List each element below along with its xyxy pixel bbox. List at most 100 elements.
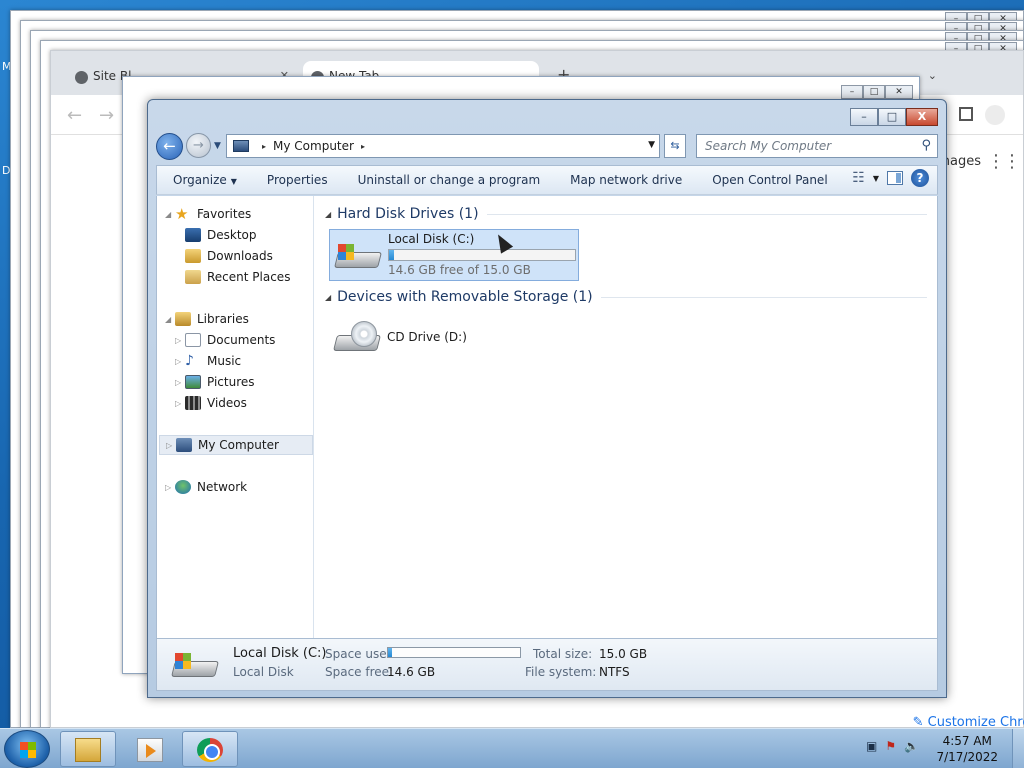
taskbar-media-player-button[interactable] (122, 731, 178, 767)
back-button[interactable]: ← (156, 133, 183, 160)
computer-icon (233, 140, 249, 152)
nav-item-recent-places[interactable]: Recent Places (185, 267, 290, 287)
pictures-icon (185, 375, 201, 389)
expand-icon[interactable]: ▷ (175, 378, 185, 387)
nav-item-videos[interactable]: ▷ Videos (175, 393, 247, 413)
network-status-icon[interactable]: ▣ (866, 739, 877, 753)
maximize-button[interactable]: □ (878, 108, 906, 126)
minimize-button[interactable]: – (841, 85, 863, 99)
recent-pages-dropdown[interactable]: ▼ (214, 141, 221, 151)
apps-grid-icon[interactable]: ⋮⋮ (987, 151, 1021, 172)
chevron-down-icon[interactable]: ⌄ (928, 69, 937, 82)
space-free-label: Space free: (325, 665, 394, 679)
volume-icon[interactable]: 🔈 (904, 739, 919, 753)
nav-label: Desktop (207, 228, 257, 242)
divider (600, 296, 927, 298)
forward-arrow-icon[interactable]: → (99, 105, 114, 126)
address-dropdown-icon[interactable]: ▼ (648, 140, 655, 150)
chevron-down-icon: ▼ (230, 177, 237, 186)
minimize-button[interactable]: – (850, 108, 878, 126)
media-player-icon (137, 738, 163, 762)
nav-label: Libraries (197, 312, 249, 326)
organize-button[interactable]: Organize ▼ (157, 173, 252, 187)
recent-places-icon (185, 270, 201, 284)
details-type: Local Disk (233, 665, 294, 679)
group-header-hard-disk-drives[interactable]: ◢ Hard Disk Drives (1) (325, 204, 927, 224)
nav-item-my-computer[interactable]: ▷ My Computer (159, 435, 313, 455)
collapse-icon[interactable]: ◢ (165, 210, 175, 219)
collapse-icon[interactable]: ◢ (165, 315, 175, 324)
nav-item-favorites[interactable]: ◢ ★ Favorites (165, 204, 251, 224)
file-system-value: NTFS (599, 665, 630, 679)
nav-label: Network (197, 480, 248, 494)
map-network-drive-button[interactable]: Map network drive (555, 173, 697, 187)
sidebar-icon[interactable] (959, 107, 973, 121)
refresh-button[interactable]: ⇆ (664, 134, 686, 158)
expand-icon[interactable]: ▷ (166, 441, 176, 450)
taskbar: ▣ ⚑ 🔈 4:57 AM 7/17/2022 (0, 728, 1024, 768)
drive-usage-bar (388, 249, 576, 261)
expand-icon[interactable]: ▷ (175, 357, 185, 366)
search-input[interactable]: Search My Computer ⚲ (696, 134, 938, 158)
properties-button[interactable]: Properties (252, 173, 343, 187)
back-arrow-icon[interactable]: ← (67, 105, 82, 126)
collapse-icon[interactable]: ◢ (325, 293, 331, 302)
view-controls: ☷ ▼ ? (852, 169, 929, 187)
drive-tile-cd-drive-d[interactable]: CD Drive (D:) (329, 313, 579, 365)
expand-icon[interactable]: ▷ (175, 336, 185, 345)
nav-item-desktop[interactable]: Desktop (185, 225, 257, 245)
forward-button[interactable]: → (186, 133, 211, 158)
collapse-icon[interactable]: ◢ (325, 210, 331, 219)
search-icon[interactable]: ⚲ (921, 138, 931, 153)
space-used-fill (388, 648, 392, 657)
group-title: Hard Disk Drives (1) (337, 206, 479, 222)
nav-item-libraries[interactable]: ◢ Libraries (165, 309, 249, 329)
close-button[interactable]: X (906, 108, 938, 126)
breadcrumb-my-computer[interactable]: My Computer (273, 139, 354, 153)
help-icon[interactable]: ? (911, 169, 929, 187)
clock[interactable]: 4:57 AM 7/17/2022 (936, 733, 998, 765)
maximize-button[interactable]: □ (863, 85, 885, 99)
nav-item-music[interactable]: ▷ ♪ Music (175, 351, 241, 371)
taskbar-chrome-button[interactable] (182, 731, 238, 767)
refresh-icon: ⇆ (670, 139, 680, 152)
expand-icon[interactable]: ▷ (175, 399, 185, 408)
profile-avatar[interactable] (985, 105, 1005, 125)
group-header-removable-storage[interactable]: ◢ Devices with Removable Storage (1) (325, 287, 927, 307)
explorer-window[interactable]: – □ X ← → ▼ ▸ My Computer ▸ ▼ ⇆ Search M… (147, 99, 947, 698)
nav-item-documents[interactable]: ▷ Documents (175, 330, 275, 350)
nav-item-downloads[interactable]: Downloads (185, 246, 273, 266)
expand-icon[interactable]: ▷ (165, 483, 175, 492)
open-control-panel-button[interactable]: Open Control Panel (697, 173, 842, 187)
drive-name: CD Drive (D:) (387, 330, 467, 344)
music-note-icon: ♪ (185, 353, 194, 369)
apps-link-fragment[interactable]: nages (942, 154, 981, 169)
hard-drive-icon (171, 647, 219, 683)
breadcrumb-separator[interactable]: ▸ (262, 142, 266, 151)
address-bar[interactable]: ▸ My Computer ▸ ▼ (226, 134, 660, 158)
taskbar-explorer-button[interactable] (60, 731, 116, 767)
nav-label: Music (207, 354, 242, 368)
documents-icon (185, 333, 201, 347)
breadcrumb-separator[interactable]: ▸ (361, 142, 365, 151)
hard-drive-icon (334, 238, 382, 274)
action-center-alert-icon[interactable]: ⚑ (885, 739, 896, 753)
drive-free-space: 14.6 GB free of 15.0 GB (388, 263, 531, 277)
group-title: Devices with Removable Storage (1) (337, 289, 593, 305)
nav-item-pictures[interactable]: ▷ Pictures (175, 372, 255, 392)
close-button[interactable]: ✕ (885, 85, 913, 99)
desktop-icon (185, 228, 201, 242)
view-dropdown-icon[interactable]: ▼ (873, 174, 879, 183)
preview-pane-icon[interactable] (887, 171, 903, 185)
navigation-pane: ◢ ★ Favorites Desktop Downloads Recent P… (157, 196, 314, 638)
nav-label: Favorites (197, 207, 252, 221)
change-view-icon[interactable]: ☷ (852, 170, 865, 186)
nav-item-network[interactable]: ▷ Network (165, 477, 247, 497)
details-name: Local Disk (C:) (233, 646, 327, 661)
nav-label: Videos (207, 396, 247, 410)
uninstall-program-button[interactable]: Uninstall or change a program (343, 173, 556, 187)
show-desktop-button[interactable] (1012, 729, 1024, 768)
back-arrow-icon: ← (163, 137, 176, 155)
start-button[interactable] (4, 730, 50, 768)
drive-tile-local-disk-c[interactable]: Local Disk (C:) 14.6 GB free of 15.0 GB (329, 229, 579, 281)
